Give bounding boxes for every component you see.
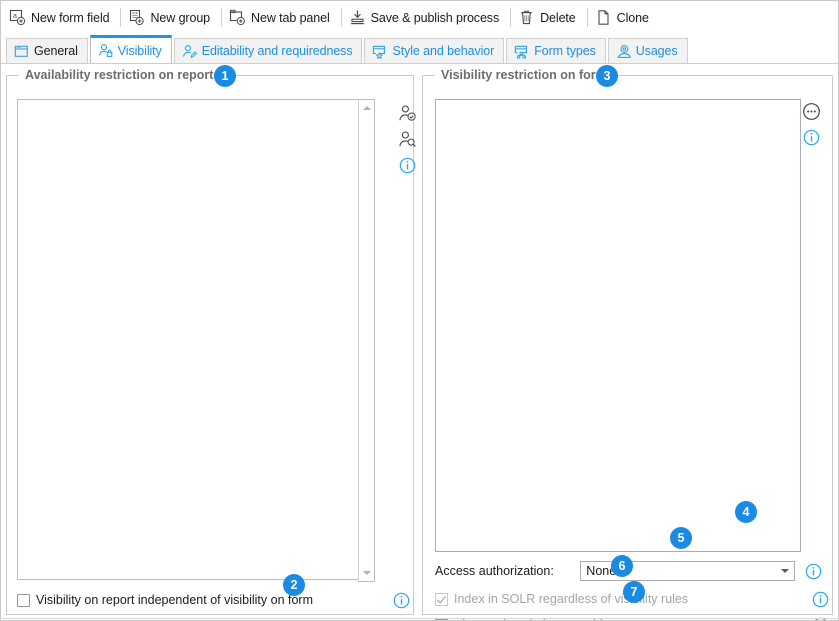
new-group-button[interactable]: New group bbox=[125, 5, 217, 31]
availability-info-icon[interactable] bbox=[394, 152, 420, 178]
window-icon bbox=[14, 44, 29, 59]
info-icon bbox=[393, 592, 409, 608]
visibility-actions-rail bbox=[796, 98, 826, 150]
tab-general-label: General bbox=[34, 44, 78, 58]
tab-usages-label: Usages bbox=[635, 44, 678, 58]
visibility-tab-content: Availability restriction on reports Visi… bbox=[0, 63, 839, 621]
svg-text:a: a bbox=[13, 13, 17, 20]
toolbar-divider bbox=[586, 8, 588, 27]
save-publish-process-label: Save & publish process bbox=[370, 10, 500, 25]
index-in-solr-checkbox bbox=[435, 592, 448, 606]
info-icon bbox=[803, 129, 819, 145]
tab-strip: General Visibility Editability and requi… bbox=[0, 35, 839, 63]
access-authorization-label: Access authorization: bbox=[435, 564, 554, 578]
tab-style-label: Style and behavior bbox=[392, 44, 495, 58]
delete-label: Delete bbox=[540, 10, 576, 25]
new-form-field-button[interactable]: a New form field bbox=[6, 5, 116, 31]
scroll-up-button[interactable] bbox=[359, 100, 374, 116]
step-badge-3: 3 bbox=[596, 65, 618, 87]
tab-general[interactable]: General bbox=[6, 38, 88, 63]
step-badge-6: 6 bbox=[611, 555, 633, 577]
clone-label: Clone bbox=[616, 10, 649, 25]
availability-restriction-group: Availability restriction on reports Visi… bbox=[6, 68, 416, 615]
availability-restriction-title: Availability restriction on reports bbox=[19, 68, 227, 82]
visibility-restriction-list[interactable] bbox=[435, 99, 801, 552]
ellipsis-icon bbox=[802, 102, 820, 120]
info-icon bbox=[805, 563, 822, 579]
checkmark-icon bbox=[436, 595, 447, 604]
tab-editability-label: Editability and requiredness bbox=[201, 44, 353, 58]
visibility-independent-label: Visibility on report independent of visi… bbox=[36, 593, 313, 607]
tab-visibility[interactable]: Visibility bbox=[89, 35, 172, 63]
user-lock-icon bbox=[98, 43, 113, 58]
assign-user-button[interactable] bbox=[394, 100, 420, 126]
availability-restriction-list[interactable] bbox=[17, 99, 375, 582]
window-nodes-icon bbox=[514, 44, 529, 59]
clone-icon bbox=[595, 9, 612, 26]
clone-button[interactable]: Clone bbox=[592, 5, 656, 31]
save-publish-process-button[interactable]: Save & publish process bbox=[346, 5, 506, 31]
new-group-icon bbox=[128, 9, 145, 26]
window-star-icon bbox=[372, 44, 387, 59]
toolbar: a New form field New group New tab panel… bbox=[0, 0, 839, 35]
user-check-icon bbox=[398, 104, 416, 121]
chevron-down-icon[interactable] bbox=[776, 562, 794, 580]
availability-actions-rail bbox=[393, 100, 421, 178]
step-badge-2: 2 bbox=[283, 574, 305, 596]
visibility-independent-row: Visibility on report independent of visi… bbox=[17, 589, 407, 611]
user-pencil-icon bbox=[182, 44, 197, 59]
toolbar-divider bbox=[120, 8, 122, 27]
tab-form-types-label: Form types bbox=[534, 44, 596, 58]
chevron-up-icon bbox=[362, 106, 371, 110]
toolbar-divider bbox=[340, 8, 342, 27]
index-in-solr-label: Index in SOLR regardless of visibility r… bbox=[454, 592, 689, 606]
more-options-button[interactable] bbox=[798, 98, 824, 124]
step-badge-1: 1 bbox=[214, 65, 236, 87]
save-publish-icon bbox=[349, 9, 366, 26]
availability-list-scrollbar[interactable] bbox=[358, 99, 375, 582]
index-in-solr-info-button[interactable] bbox=[808, 591, 832, 608]
step-badge-5: 5 bbox=[670, 527, 692, 549]
chevron-down-icon bbox=[362, 571, 371, 575]
visibility-restriction-group: Visibility restriction on form Access au… bbox=[422, 68, 833, 621]
scroll-down-button[interactable] bbox=[359, 565, 374, 581]
access-authorization-info-button[interactable] bbox=[801, 563, 825, 580]
tab-visibility-label: Visibility bbox=[117, 43, 162, 58]
new-form-field-label: New form field bbox=[31, 10, 110, 25]
search-user-button[interactable] bbox=[394, 126, 420, 152]
trash-icon bbox=[518, 9, 535, 26]
visibility-restriction-title: Visibility restriction on form bbox=[435, 68, 613, 82]
tab-editability-and-requiredness[interactable]: Editability and requiredness bbox=[173, 38, 363, 63]
window-bottom-edge bbox=[2, 618, 837, 619]
step-badge-7: 7 bbox=[623, 581, 645, 603]
usages-icon bbox=[616, 44, 631, 59]
new-tab-panel-icon bbox=[229, 9, 246, 26]
tab-usages[interactable]: Usages bbox=[607, 38, 688, 63]
new-form-field-icon: a bbox=[9, 9, 26, 26]
tab-form-types[interactable]: Form types bbox=[506, 38, 606, 63]
info-icon bbox=[399, 157, 415, 173]
new-group-label: New group bbox=[150, 10, 211, 25]
toolbar-divider bbox=[510, 8, 512, 27]
delete-button[interactable]: Delete bbox=[515, 5, 583, 31]
form-field-properties-window: a New form field New group New tab panel… bbox=[0, 0, 839, 621]
visibility-independent-info-button[interactable] bbox=[390, 589, 412, 611]
tab-style-and-behavior[interactable]: Style and behavior bbox=[364, 38, 505, 63]
visibility-info-icon[interactable] bbox=[798, 124, 824, 150]
new-tab-panel-button[interactable]: New tab panel bbox=[226, 5, 337, 31]
new-tab-panel-label: New tab panel bbox=[251, 10, 330, 25]
user-search-icon bbox=[398, 130, 416, 147]
info-icon bbox=[812, 591, 828, 607]
visibility-independent-checkbox[interactable] bbox=[17, 593, 30, 607]
step-badge-4: 4 bbox=[735, 501, 757, 523]
toolbar-divider bbox=[221, 8, 223, 27]
